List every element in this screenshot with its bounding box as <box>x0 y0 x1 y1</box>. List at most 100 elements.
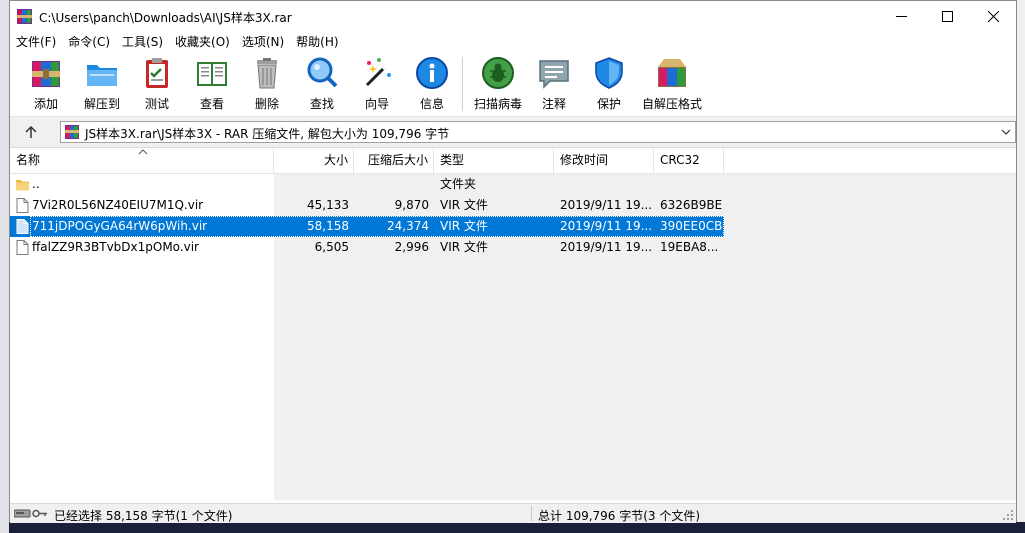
winrar-window: C:\Users\panch\Downloads\AI\JS样本3X.rar 文… <box>9 0 1017 523</box>
up-button[interactable] <box>20 123 42 141</box>
file-icon <box>16 198 29 213</box>
title-bar[interactable]: C:\Users\panch\Downloads\AI\JS样本3X.rar <box>10 1 1016 32</box>
column-header-packed[interactable]: 压缩后大小 <box>354 148 434 173</box>
extract-folder-icon <box>87 65 117 86</box>
folder-icon <box>16 180 29 191</box>
virus-scan-button[interactable]: 扫描病毒 <box>468 55 528 113</box>
sfx-button[interactable]: 自解压格式 <box>640 55 704 113</box>
add-button[interactable]: 添加 <box>26 55 66 113</box>
toolbar: 添加 解压到 测试 查看 删除 查找 向导 信息 扫描病毒 注释 保护 自解压格… <box>10 53 1016 117</box>
view-book-icon <box>197 62 227 86</box>
row-modified: 2019/9/11 19... <box>560 219 652 233</box>
path-text: JS样本3X.rar\JS样本3X - RAR 压缩文件, 解包大小为 109,… <box>85 127 450 141</box>
add-label: 添加 <box>33 97 58 111</box>
column-packed-label: 压缩后大小 <box>367 153 428 167</box>
test-button[interactable]: 测试 <box>137 55 177 113</box>
status-separator <box>531 506 532 521</box>
row-size: 45,133 <box>307 198 349 212</box>
protect-button[interactable]: 保护 <box>589 55 629 113</box>
arrow-up-icon <box>25 125 37 138</box>
column-modified-label: 修改时间 <box>560 153 609 167</box>
list-header: 名称 大小 压缩后大小 类型 修改时间 CRC32 <box>10 148 1016 174</box>
row-crc: 19EBA8... <box>660 240 719 254</box>
maximize-icon <box>941 11 953 22</box>
path-combobox[interactable]: JS样本3X.rar\JS样本3X - RAR 压缩文件, 解包大小为 109,… <box>60 121 1016 143</box>
add-archive-icon <box>32 61 60 87</box>
close-button[interactable] <box>970 1 1016 32</box>
maximize-button[interactable] <box>924 1 970 32</box>
wizard-label: 向导 <box>364 97 389 111</box>
chevron-down-icon[interactable] <box>1001 126 1011 138</box>
column-header-modified[interactable]: 修改时间 <box>554 148 654 173</box>
row-name: 7Vi2R0L56NZ40EIU7M1Q.vir <box>32 198 204 212</box>
list-row-parent[interactable]: .. 文件夹 <box>10 174 724 195</box>
row-size: 58,158 <box>307 219 349 233</box>
list-row-file[interactable]: ffalZZ9R3BTvbDx1pOMo.vir 6,505 2,996 VIR… <box>10 237 724 258</box>
file-icon <box>16 219 29 234</box>
column-crc-label: CRC32 <box>660 153 700 167</box>
column-size-label: 大小 <box>323 153 348 167</box>
row-type: VIR 文件 <box>440 240 488 254</box>
row-modified: 2019/9/11 19... <box>560 240 652 254</box>
status-bar: 已经选择 58,158 字节(1 个文件) 总计 109,796 字节(3 个文… <box>10 503 1016 523</box>
close-icon <box>987 11 999 22</box>
virus-scan-icon <box>482 57 514 89</box>
column-name-label: 名称 <box>16 153 41 167</box>
minimize-button[interactable] <box>878 1 924 32</box>
test-clipboard-icon <box>146 58 168 88</box>
menu-options[interactable]: 选项(N) <box>236 32 290 52</box>
row-type: VIR 文件 <box>440 219 488 233</box>
row-name: .. <box>32 177 40 191</box>
list-row-file[interactable]: 7Vi2R0L56NZ40EIU7M1Q.vir 45,133 9,870 VI… <box>10 195 724 216</box>
menu-help[interactable]: 帮助(H) <box>290 32 344 52</box>
total-status: 总计 109,796 字节(3 个文件) <box>538 509 701 523</box>
rar-archive-icon <box>65 125 79 139</box>
find-label: 查找 <box>309 97 334 111</box>
column-header-type[interactable]: 类型 <box>434 148 554 173</box>
test-label: 测试 <box>144 97 169 111</box>
info-icon <box>416 57 448 89</box>
sort-ascending-icon <box>138 149 148 155</box>
column-header-size[interactable]: 大小 <box>274 148 354 173</box>
row-packed: 9,870 <box>394 198 429 212</box>
menu-tools[interactable]: 工具(S) <box>116 32 169 52</box>
sfx-box-icon <box>658 59 686 87</box>
toolbar-separator <box>462 57 463 111</box>
sfx-label: 自解压格式 <box>641 97 702 111</box>
minimize-icon <box>895 16 907 17</box>
trash-icon <box>257 58 277 89</box>
comment-label: 注释 <box>541 97 566 111</box>
delete-button[interactable]: 删除 <box>247 55 287 113</box>
row-name: 711jDPOGyGA64rW6pWih.vir <box>32 219 208 233</box>
row-modified: 2019/9/11 19... <box>560 198 652 212</box>
menu-file[interactable]: 文件(F) <box>10 32 62 52</box>
resize-grip-icon[interactable] <box>1003 510 1014 521</box>
info-button[interactable]: 信息 <box>412 55 452 113</box>
selection-status: 已经选择 58,158 字节(1 个文件) <box>54 509 233 523</box>
delete-label: 删除 <box>254 97 279 111</box>
menu-favorites[interactable]: 收藏夹(O) <box>169 32 236 52</box>
row-size: 6,505 <box>314 240 349 254</box>
desktop-background <box>0 0 9 533</box>
protect-label: 保护 <box>596 97 621 111</box>
address-bar: JS样本3X.rar\JS样本3X - RAR 压缩文件, 解包大小为 109,… <box>10 117 1016 148</box>
shield-icon <box>595 57 623 89</box>
row-type: 文件夹 <box>440 177 477 191</box>
winrar-app-icon <box>17 9 32 24</box>
view-button[interactable]: 查看 <box>192 55 232 113</box>
menu-commands[interactable]: 命令(C) <box>62 32 116 52</box>
column-header-crc[interactable]: CRC32 <box>654 148 724 173</box>
extract-to-button[interactable]: 解压到 <box>80 55 124 113</box>
row-crc: 390EE0CB <box>660 219 723 233</box>
row-packed: 24,374 <box>387 219 429 233</box>
comment-button[interactable]: 注释 <box>534 55 574 113</box>
file-list[interactable]: 名称 大小 压缩后大小 类型 修改时间 CRC32 .. 文件夹 7Vi2R0L… <box>10 148 1016 500</box>
drive-key-icon <box>14 509 47 518</box>
extract-to-label: 解压到 <box>83 97 120 111</box>
row-name: ffalZZ9R3BTvbDx1pOMo.vir <box>32 240 199 254</box>
view-label: 查看 <box>199 97 224 111</box>
wizard-button[interactable]: 向导 <box>357 55 397 113</box>
list-row-file-selected[interactable]: 711jDPOGyGA64rW6pWih.vir 58,158 24,374 V… <box>10 216 724 237</box>
column-header-name[interactable]: 名称 <box>10 148 274 173</box>
find-button[interactable]: 查找 <box>302 55 342 113</box>
